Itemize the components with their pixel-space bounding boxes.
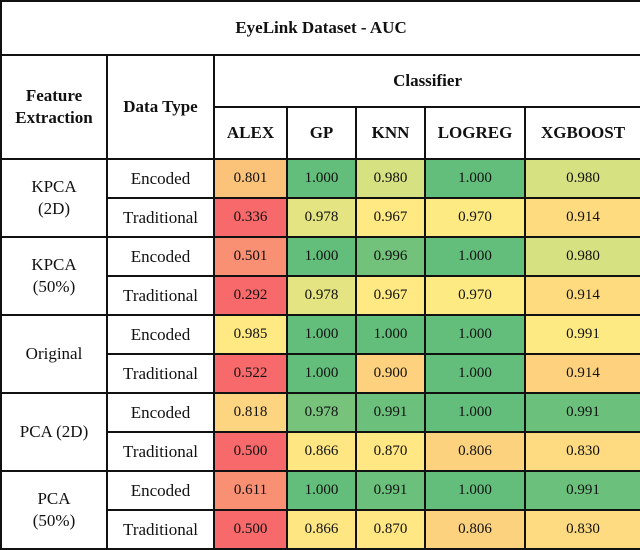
data-type-cell: Traditional <box>106 509 215 550</box>
table-title: EyeLink Dataset - AUC <box>0 0 640 56</box>
auc-value-xgboost: 0.991 <box>523 314 640 355</box>
header-knn: KNN <box>355 106 426 160</box>
auc-value-knn: 0.980 <box>355 158 426 199</box>
auc-value-xgboost: 0.830 <box>523 431 640 472</box>
data-type-cell: Encoded <box>106 314 215 355</box>
auc-value-logreg: 0.806 <box>424 431 526 472</box>
auc-value-logreg: 1.000 <box>424 158 526 199</box>
auc-value-gp: 0.978 <box>286 275 357 316</box>
header-alex: ALEX <box>213 106 288 160</box>
auc-value-alex: 0.292 <box>213 275 288 316</box>
auc-value-alex: 0.501 <box>213 236 288 277</box>
auc-value-xgboost: 0.914 <box>523 197 640 238</box>
auc-value-alex: 0.336 <box>213 197 288 238</box>
header-data-type: Data Type <box>106 54 215 160</box>
data-type-cell: Traditional <box>106 197 215 238</box>
auc-value-alex: 0.818 <box>213 392 288 433</box>
data-type-cell: Encoded <box>106 470 215 511</box>
auc-value-alex: 0.500 <box>213 509 288 550</box>
auc-value-gp: 0.866 <box>286 431 357 472</box>
auc-value-knn: 1.000 <box>355 314 426 355</box>
auc-value-gp: 0.978 <box>286 197 357 238</box>
auc-value-gp: 0.866 <box>286 509 357 550</box>
auc-value-gp: 1.000 <box>286 314 357 355</box>
auc-value-knn: 0.991 <box>355 470 426 511</box>
header-gp: GP <box>286 106 357 160</box>
header-feature-extraction: Feature Extraction <box>0 54 108 160</box>
feature-extraction-cell: Original <box>0 314 108 394</box>
auc-value-gp: 1.000 <box>286 470 357 511</box>
auc-value-alex: 0.522 <box>213 353 288 394</box>
auc-value-alex: 0.611 <box>213 470 288 511</box>
header-logreg: LOGREG <box>424 106 526 160</box>
feature-extraction-cell: KPCA (50%) <box>0 236 108 316</box>
auc-value-knn: 0.870 <box>355 509 426 550</box>
auc-value-knn: 0.900 <box>355 353 426 394</box>
auc-value-gp: 0.978 <box>286 392 357 433</box>
data-type-cell: Traditional <box>106 275 215 316</box>
auc-value-gp: 1.000 <box>286 353 357 394</box>
auc-value-knn: 0.967 <box>355 197 426 238</box>
table-row: PCA (50%) Encoded 0.611 1.000 0.991 1.000 0.991 <box>0 470 640 550</box>
auc-value-logreg: 0.970 <box>424 197 526 238</box>
auc-value-knn: 0.996 <box>355 236 426 277</box>
auc-value-logreg: 1.000 <box>424 353 526 394</box>
auc-value-logreg: 0.970 <box>424 275 526 316</box>
feature-extraction-cell: KPCA (2D) <box>0 158 108 238</box>
data-type-cell: Encoded <box>106 236 215 277</box>
auc-value-logreg: 1.000 <box>424 392 526 433</box>
auc-value-knn: 0.967 <box>355 275 426 316</box>
auc-value-knn: 0.991 <box>355 392 426 433</box>
header-classifier: Classifier <box>212 54 640 108</box>
auc-value-gp: 1.000 <box>286 158 357 199</box>
table-body: KPCA (2D) Encoded 0.801 1.000 0.980 1.000 0.980… <box>0 158 640 550</box>
auc-value-xgboost: 0.980 <box>523 158 640 199</box>
auc-value-xgboost: 0.991 <box>523 470 640 511</box>
feature-extraction-cell: PCA (50%) <box>0 470 108 550</box>
auc-value-logreg: 0.806 <box>424 509 526 550</box>
data-type-cell: Encoded <box>106 158 215 199</box>
data-type-cell: Encoded <box>106 392 215 433</box>
auc-value-logreg: 1.000 <box>424 314 526 355</box>
auc-table: EyeLink Dataset - AUC Feature Extraction… <box>0 0 640 550</box>
auc-value-xgboost: 0.980 <box>523 236 640 277</box>
auc-value-logreg: 1.000 <box>424 470 526 511</box>
data-type-cell: Traditional <box>106 353 215 394</box>
feature-extraction-cell: PCA (2D) <box>0 392 108 472</box>
header-xgboost: XGBOOST <box>523 106 640 160</box>
auc-value-alex: 0.500 <box>213 431 288 472</box>
table-row: KPCA (2D) Encoded 0.801 1.000 0.980 1.000 0.980 <box>0 158 640 238</box>
data-type-cell: Traditional <box>106 431 215 472</box>
auc-value-xgboost: 0.914 <box>523 353 640 394</box>
auc-value-alex: 0.801 <box>213 158 288 199</box>
auc-value-alex: 0.985 <box>213 314 288 355</box>
auc-value-logreg: 1.000 <box>424 236 526 277</box>
table-row: Original Encoded 0.985 1.000 1.000 1.000 0.991 <box>0 314 640 394</box>
auc-value-knn: 0.870 <box>355 431 426 472</box>
table-row: PCA (2D) Encoded 0.818 0.978 0.991 1.000 0.991 <box>0 392 640 472</box>
auc-value-xgboost: 0.991 <box>523 392 640 433</box>
auc-value-xgboost: 0.914 <box>523 275 640 316</box>
table-row: KPCA (50%) Encoded 0.501 1.000 0.996 1.000 0.98… <box>0 236 640 316</box>
auc-value-gp: 1.000 <box>286 236 357 277</box>
auc-value-xgboost: 0.830 <box>523 509 640 550</box>
